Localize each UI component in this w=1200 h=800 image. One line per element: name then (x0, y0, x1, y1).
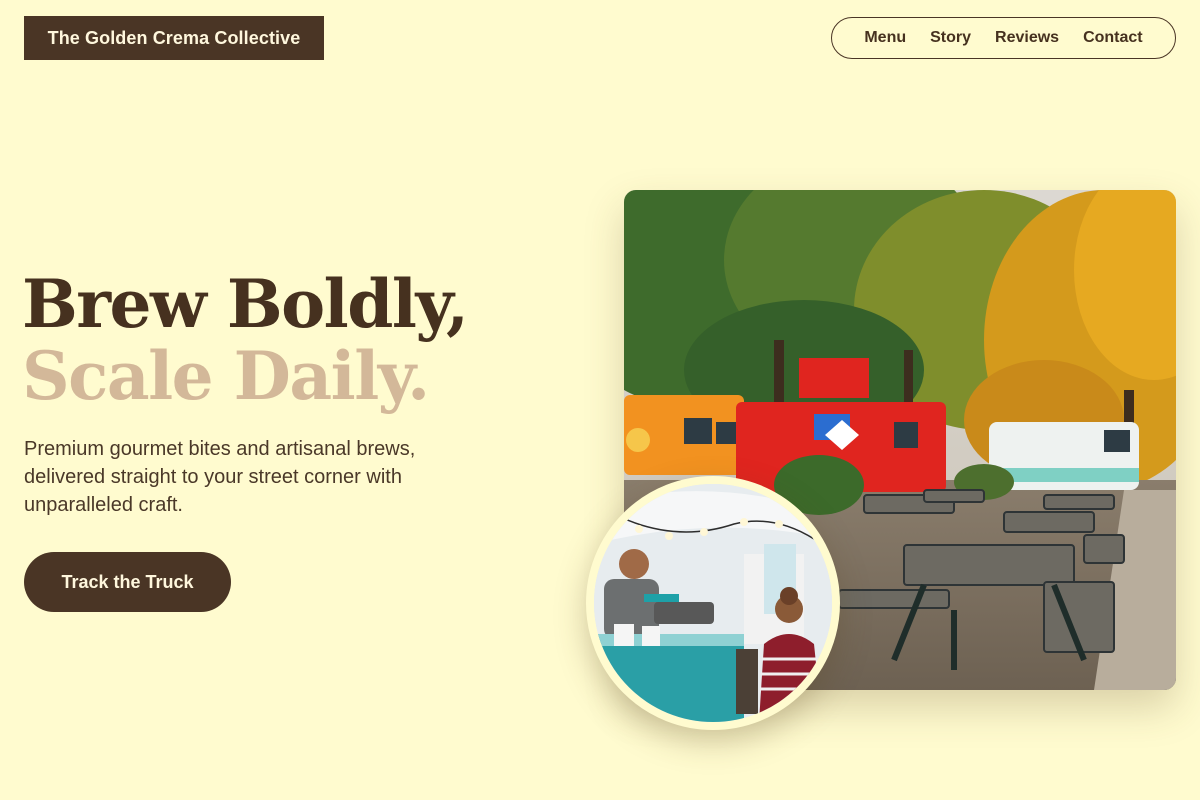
landing-page: The Golden Crema Collective Menu Story R… (0, 0, 1200, 800)
food-truck-vendor-photo (586, 476, 840, 730)
main-nav: Menu Story Reviews Contact (831, 17, 1176, 59)
track-truck-button[interactable]: Track the Truck (24, 552, 231, 612)
hero-description: Premium gourmet bites and artisanal brew… (24, 438, 416, 516)
hero-headline-line1: Brew Boldly, (22, 265, 469, 343)
hero-headline: Brew Boldly, Scale Daily. (22, 265, 469, 415)
brand-logo[interactable]: The Golden Crema Collective (24, 16, 324, 60)
nav-item-contact[interactable]: Contact (1083, 29, 1143, 47)
nav-item-menu[interactable]: Menu (864, 29, 906, 47)
hero-headline-line2: Scale Daily. (22, 337, 430, 415)
nav-item-reviews[interactable]: Reviews (995, 29, 1059, 47)
nav-item-story[interactable]: Story (930, 29, 971, 47)
vendor-illustration (594, 484, 832, 722)
